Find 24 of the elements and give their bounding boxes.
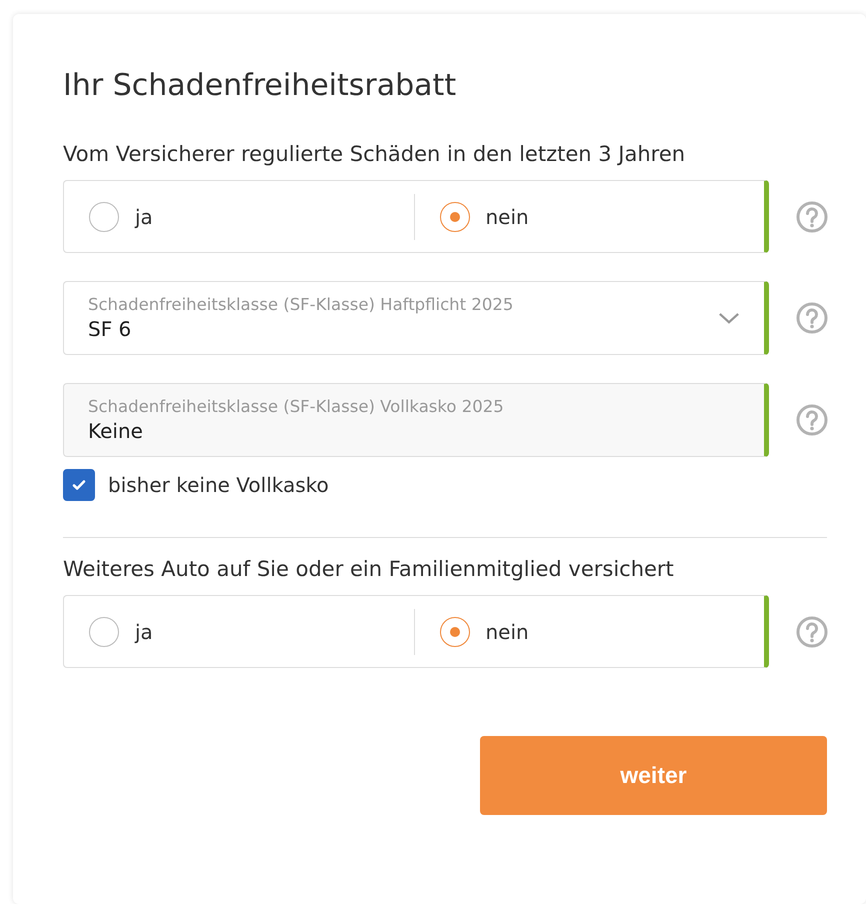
chevron-down-icon: [718, 312, 740, 324]
help-icon[interactable]: [796, 302, 828, 334]
radio-button[interactable]: [89, 202, 119, 232]
field-value: SF 6: [88, 316, 132, 342]
radio-button[interactable]: [440, 616, 470, 646]
checkbox-label[interactable]: bisher keine Vollkasko: [108, 473, 329, 497]
option-label[interactable]: nein: [486, 204, 529, 228]
select-field[interactable]: Schadenfreiheitsklasse (SF-Klasse) Haftpflicht 2025 SF 6: [63, 281, 769, 355]
check-icon: [71, 477, 87, 493]
field-label: Schadenfreiheitsklasse (SF-Klasse) Vollkasko 2025: [88, 396, 505, 418]
question-label: Weiteres Auto auf Sie oder ein Familienmitglied versichert: [63, 556, 675, 583]
help-icon[interactable]: [796, 404, 828, 436]
field-value: Keine: [88, 418, 144, 444]
radio-button[interactable]: [440, 202, 470, 232]
radio-button[interactable]: [89, 616, 119, 646]
help-icon[interactable]: [796, 200, 828, 232]
option-label[interactable]: ja: [135, 620, 153, 644]
option-label[interactable]: nein: [486, 620, 529, 644]
option-label[interactable]: ja: [135, 204, 153, 228]
field-label: Schadenfreiheitsklasse (SF-Klasse) Haftpflicht 2025: [88, 294, 514, 316]
form-title: Ihr Schadenfreiheitsrabatt: [63, 68, 458, 104]
help-icon[interactable]: [796, 616, 828, 648]
question-label: Vom Versicherer regulierte Schäden in den letzten 3 Jahren: [63, 141, 686, 168]
checkbox[interactable]: [63, 469, 95, 501]
